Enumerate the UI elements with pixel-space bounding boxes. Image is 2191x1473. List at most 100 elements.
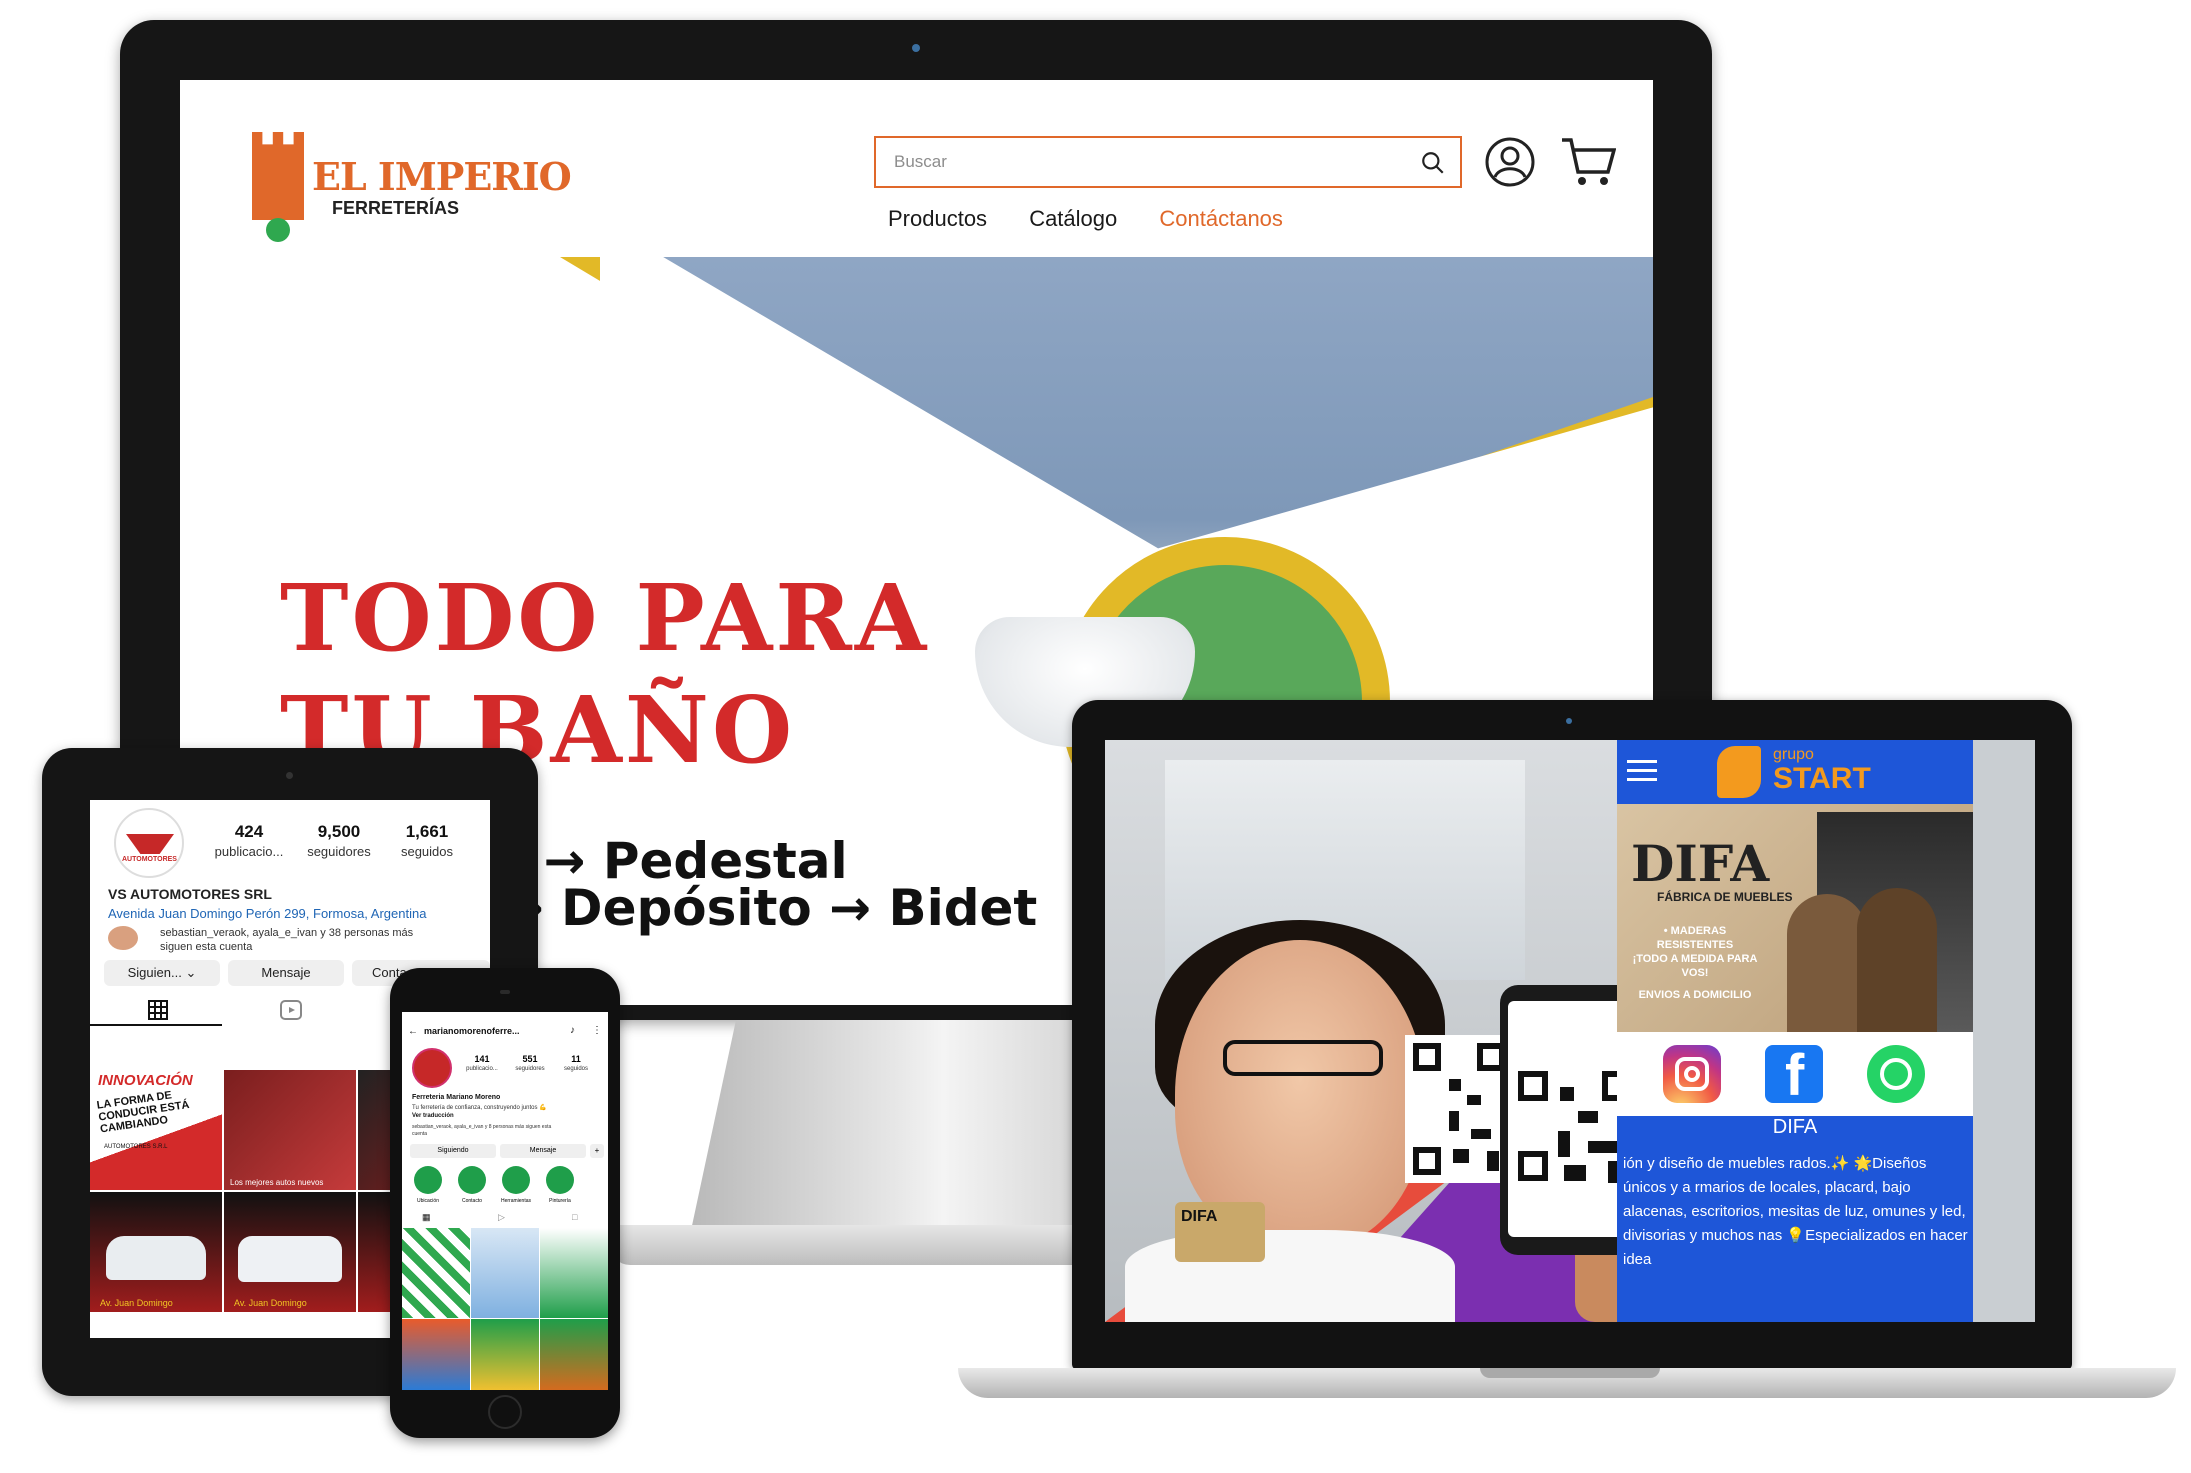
qr-code-icon [1405, 1035, 1513, 1183]
monitor-camera [912, 44, 920, 52]
logo-subtitle: FERRETERÍAS [332, 198, 460, 218]
phone-post[interactable] [402, 1228, 470, 1318]
hero-products-line2: o → Depósito → Bidet [450, 879, 1038, 937]
hero-title-line1: TODO PARA [280, 564, 930, 672]
phone-post[interactable] [540, 1319, 608, 1390]
profile-address[interactable]: Avenida Juan Domingo Perón 299, Formosa,… [108, 906, 426, 921]
tower-logo-icon [252, 132, 304, 220]
phone-stat-followers[interactable]: 551 [510, 1054, 550, 1064]
highlight-location-icon[interactable] [414, 1166, 442, 1194]
stat-following-label[interactable]: seguidos [382, 844, 472, 859]
highlight-paint-icon[interactable] [546, 1166, 574, 1194]
phone-grid-tab-icon[interactable]: ▦ [422, 1212, 431, 1223]
post-car-keys[interactable]: Los mejores autos nuevos [224, 1070, 356, 1190]
phone-stat-posts-label: publicacio... [466, 1066, 498, 1072]
message-button[interactable]: Mensaje [228, 960, 344, 986]
post-caption: Av. Juan Domingo [234, 1298, 307, 1308]
bell-icon[interactable]: ♪ [570, 1025, 575, 1036]
highlight-contact-icon[interactable] [458, 1166, 486, 1194]
stat-followers-label[interactable]: seguidores [294, 844, 384, 859]
shopping-cart-icon[interactable] [1560, 136, 1616, 188]
search-input[interactable]: Buscar [874, 136, 1462, 188]
mobile-header: grupo START [1617, 740, 1973, 804]
post-white-pickup[interactable]: Av. Juan Domingo [224, 1192, 356, 1312]
highlight-tools-icon[interactable] [502, 1166, 530, 1194]
highlight-label: Pinturería [549, 1198, 571, 1204]
following-button-label: Siguien... [127, 965, 182, 980]
instagram-icon[interactable] [1663, 1045, 1721, 1103]
paintbrush-logo-icon [266, 218, 290, 242]
following-button[interactable]: Siguien... ⌄ [104, 960, 220, 986]
difa-description: ión y diseño de muebles rados.✨ 🌟Diseños… [1623, 1155, 1968, 1268]
phone-post[interactable] [471, 1319, 539, 1390]
facebook-icon[interactable]: f [1765, 1043, 1823, 1108]
phone-home-button[interactable] [488, 1395, 522, 1429]
difa-banner-title: DIFA [1631, 834, 1770, 893]
vs-logo-icon [126, 834, 174, 854]
user-account-icon[interactable] [1484, 136, 1536, 188]
stat-posts-value: 424 [234, 822, 264, 841]
phone-message-button[interactable]: Mensaje [500, 1144, 586, 1158]
phone-post[interactable] [402, 1319, 470, 1390]
nav-productos[interactable]: Productos [888, 206, 987, 231]
phone-post[interactable] [540, 1228, 608, 1318]
back-arrow-icon[interactable]: ← [408, 1026, 418, 1037]
followed-by-text[interactable]: sebastian_veraok, ayala_e_ivan y 38 pers… [160, 926, 413, 954]
post-brand: AUTOMOTORES S.R.L [104, 1144, 168, 1150]
main-nav: Productos Catálogo Contáctanos [888, 206, 1319, 232]
add-user-icon[interactable]: + [590, 1144, 604, 1158]
difa-banner-subtitle: FÁBRICA DE MUEBLES [1657, 890, 1793, 904]
stat-followers-value[interactable]: 9,500 [294, 822, 384, 842]
facebook-glyph: f [1785, 1043, 1805, 1108]
post-innovacion[interactable]: INNOVACIÓN LA FORMA DE CONDUCIR ESTÁ CAM… [90, 1070, 222, 1190]
grupo-start-logo-icon[interactable] [1717, 746, 1761, 798]
card-text: DIFA [1181, 1208, 1218, 1225]
phone-followed-by[interactable]: sebastian_veraok, ayala_e_ivan y 8 perso… [412, 1124, 562, 1138]
difa-promo-screen: DIFA grupo START DIFA FÁBRICA DE MUEBLES… [1105, 740, 2035, 1322]
reels-tab-icon[interactable] [280, 1000, 302, 1020]
phone-profile-name: Ferreteria Mariano Moreno [412, 1094, 501, 1101]
search-icon[interactable] [1420, 150, 1446, 176]
phone-stat-following[interactable]: 11 [556, 1054, 596, 1064]
car-image [238, 1236, 342, 1282]
laptop-camera [1566, 718, 1572, 724]
logo-title: EL IMPERIO [312, 154, 572, 199]
bullet-2: ¡TODO A MEDIDA PARA VOS! [1632, 953, 1758, 979]
phone-stat-following-label[interactable]: seguidos [554, 1066, 598, 1072]
phone-tagged-tab-icon[interactable]: □ [572, 1212, 577, 1222]
phone-reels-tab-icon[interactable]: ▷ [498, 1212, 505, 1223]
instagram-profile-phone: ← marianomorenoferre... ♪ ⋮ 141 publicac… [402, 1012, 608, 1390]
stat-following-value[interactable]: 1,661 [382, 822, 472, 842]
highlight-label: Ubicación [417, 1198, 439, 1204]
more-options-icon[interactable]: ⋮ [592, 1025, 602, 1036]
chevron-down-icon: ⌄ [185, 965, 197, 980]
phone-stat-followers-label[interactable]: seguidores [508, 1066, 552, 1072]
phone-profile-avatar[interactable] [412, 1048, 452, 1088]
promo-background: DIFA [1105, 740, 1715, 1322]
laptop-notch [1480, 1368, 1660, 1378]
whatsapp-ring [1880, 1058, 1912, 1090]
translate-link[interactable]: Ver traducción [412, 1113, 454, 1119]
bullet-3: ENVIOS A DOMICILIO [1638, 989, 1752, 1001]
site-logo[interactable]: EL IMPERIO FERRETERÍAS [252, 132, 572, 242]
phone-username: marianomorenoferre... [424, 1026, 520, 1036]
whatsapp-icon[interactable] [1867, 1045, 1925, 1103]
phone-following-button[interactable]: Siguiendo [410, 1144, 496, 1158]
followed-by-line1: sebastian_veraok, ayala_e_ivan y 38 pers… [160, 927, 414, 939]
nav-catalogo[interactable]: Catálogo [1029, 206, 1117, 231]
business-card: DIFA [1175, 1202, 1265, 1262]
mobile-site-panel: grupo START DIFA FÁBRICA DE MUEBLES • MA… [1617, 740, 1973, 1322]
grid-tab-icon[interactable] [148, 1000, 168, 1020]
worker-figure [1857, 888, 1937, 1032]
followed-by-line2: siguen esta cuenta [160, 941, 253, 953]
profile-avatar[interactable]: AUTOMOTORES [114, 808, 184, 878]
phone-stat-posts: 141 [474, 1054, 490, 1064]
follower-avatars [108, 926, 138, 950]
nav-contactanos[interactable]: Contáctanos [1159, 206, 1283, 231]
post-white-sedan[interactable]: Av. Juan Domingo [90, 1192, 222, 1312]
glasses-icon [1223, 1040, 1383, 1076]
difa-banner[interactable]: DIFA FÁBRICA DE MUEBLES • MADERAS RESIST… [1617, 804, 1973, 1032]
highlight-label: Contacto [461, 1198, 482, 1204]
phone-post[interactable] [471, 1228, 539, 1318]
hamburger-menu-icon[interactable] [1627, 760, 1657, 782]
